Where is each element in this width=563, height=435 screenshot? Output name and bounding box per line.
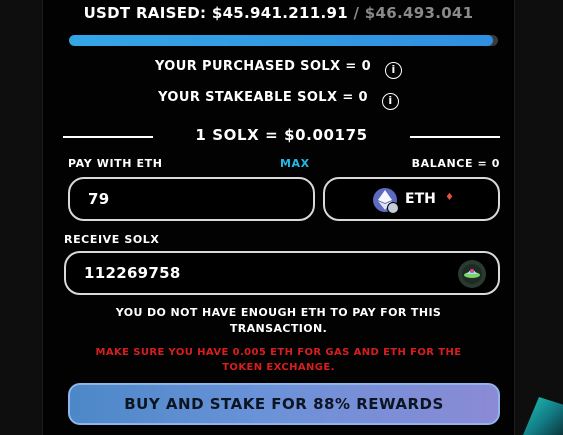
max-button[interactable]: MAX bbox=[280, 157, 310, 170]
raised-amount: $45.941.211.91 bbox=[211, 4, 348, 22]
receive-amount-value: 112269758 bbox=[84, 264, 181, 282]
usdt-raised: USDT RAISED: $45.941.211.91 / $46.493.04… bbox=[43, 4, 514, 22]
pay-with-eth-label: PAY WITH ETH bbox=[68, 157, 163, 170]
insufficient-eth-warning-line1: YOU DO NOT HAVE ENOUGH ETH TO PAY FOR TH… bbox=[115, 306, 442, 319]
pay-amount-input[interactable]: 79 bbox=[68, 177, 315, 221]
purchased-solx: YOUR PURCHASED SOLX = 0 i bbox=[43, 59, 514, 79]
presale-widget-screen: USDT RAISED: $45.941.211.91 / $46.493.04… bbox=[0, 0, 563, 435]
gas-warning-line2: TOKEN EXCHANGE. bbox=[222, 362, 335, 373]
background-left bbox=[0, 0, 42, 435]
raised-target: $46.493.041 bbox=[364, 4, 474, 22]
currency-selector[interactable]: ETH ♦ bbox=[323, 177, 500, 221]
raised-separator: / bbox=[353, 4, 360, 22]
background-right bbox=[513, 0, 563, 435]
solx-token-icon bbox=[458, 260, 486, 288]
chevron-down-icon: ♦ bbox=[445, 192, 454, 203]
presale-panel: USDT RAISED: $45.941.211.91 / $46.493.04… bbox=[42, 0, 515, 435]
token-price: 1 SOLX = $0.00175 bbox=[63, 126, 500, 146]
insufficient-eth-warning-line2: TRANSACTION. bbox=[229, 322, 328, 335]
stakeable-solx: YOUR STAKEABLE SOLX = 0 i bbox=[43, 90, 514, 110]
divider bbox=[410, 136, 500, 138]
stakeable-solx-label: YOUR STAKEABLE SOLX = 0 bbox=[158, 90, 368, 105]
info-icon[interactable]: i bbox=[381, 93, 399, 110]
info-icon[interactable]: i bbox=[385, 62, 403, 79]
raise-progress-fill bbox=[69, 35, 493, 46]
raised-label: USDT RAISED: bbox=[83, 4, 207, 22]
purchased-solx-label: YOUR PURCHASED SOLX = 0 bbox=[154, 59, 372, 74]
decorative-gem bbox=[523, 397, 563, 435]
token-price-label: 1 SOLX = $0.00175 bbox=[195, 126, 368, 144]
gas-warning-line1: MAKE SURE YOU HAVE 0.005 ETH FOR GAS AND… bbox=[95, 347, 462, 358]
network-badge-icon bbox=[387, 202, 399, 214]
receive-amount-field[interactable]: 112269758 bbox=[64, 251, 500, 295]
buy-and-stake-label: BUY AND STAKE FOR 88% REWARDS bbox=[124, 395, 444, 413]
currency-label: ETH bbox=[405, 191, 436, 207]
balance-label: BALANCE = 0 bbox=[411, 157, 500, 170]
raise-progress-bar bbox=[69, 35, 498, 46]
buy-and-stake-button[interactable]: BUY AND STAKE FOR 88% REWARDS bbox=[68, 383, 500, 425]
pay-amount-value: 79 bbox=[88, 190, 110, 208]
receive-solx-label: RECEIVE SOLX bbox=[64, 233, 160, 246]
